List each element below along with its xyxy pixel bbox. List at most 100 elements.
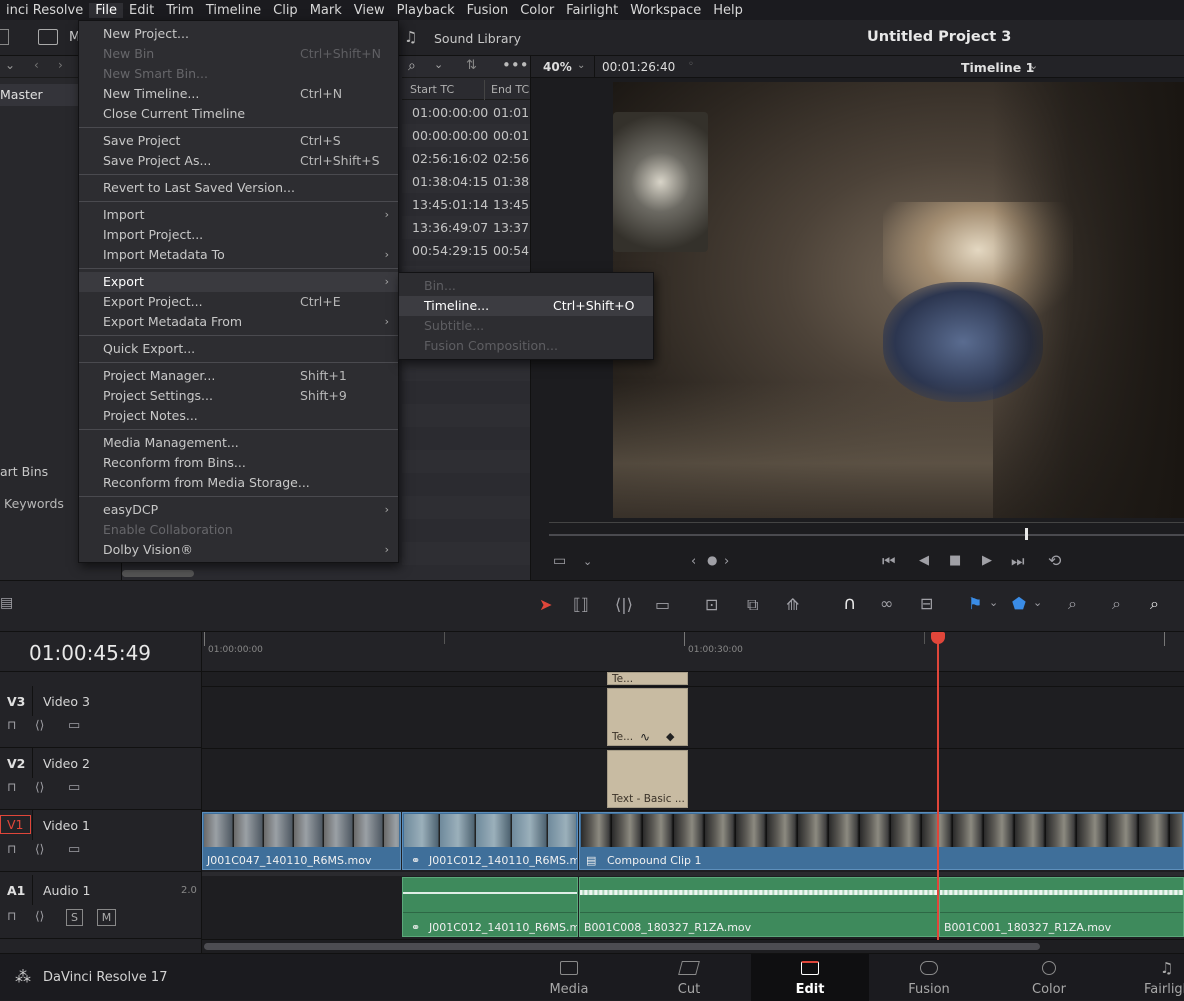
menu-item-new-timeline[interactable]: New Timeline... Ctrl+N bbox=[79, 84, 398, 104]
chevron-down-icon[interactable]: ⌄ bbox=[989, 596, 998, 609]
menu-trim[interactable]: Trim bbox=[160, 3, 200, 18]
menu-view[interactable]: View bbox=[348, 3, 391, 18]
layout-icon[interactable]: ▤ bbox=[0, 595, 13, 611]
text-clip-v4[interactable]: Te... bbox=[607, 672, 688, 685]
column-end-tc[interactable]: End TC bbox=[491, 83, 529, 96]
selection-tool-icon[interactable]: ➤ bbox=[539, 595, 552, 614]
menu-item-export[interactable]: Export › bbox=[79, 272, 398, 292]
scrubber-playhead[interactable] bbox=[1025, 528, 1028, 540]
page-tab-color[interactable]: Color bbox=[990, 954, 1108, 1001]
page-tab-fairlight[interactable]: ♫Fairligh bbox=[1110, 954, 1184, 1001]
sound-library-icon[interactable]: ♫ bbox=[404, 28, 417, 46]
table-row[interactable]: 00:00:00:00 00:01: bbox=[402, 124, 533, 147]
menu-item-export-project[interactable]: Export Project... Ctrl+E bbox=[79, 292, 398, 312]
chevron-down-icon[interactable]: ⌄ bbox=[1033, 596, 1042, 609]
panel-toggle-icon[interactable] bbox=[0, 29, 9, 45]
menu-item-project-notes[interactable]: Project Notes... bbox=[79, 406, 398, 426]
track-header-v2[interactable]: V2 Video 2 ⊓ ⟨⟩ ▭ bbox=[0, 748, 202, 810]
menu-item-project-settings[interactable]: Project Settings... Shift+9 bbox=[79, 386, 398, 406]
keyframe-icon[interactable]: ◆ bbox=[666, 730, 674, 743]
lock-icon[interactable]: ⊓ bbox=[7, 718, 16, 732]
track-visibility-icon[interactable]: ▭ bbox=[68, 842, 80, 857]
next-clip-icon[interactable]: › bbox=[724, 554, 729, 569]
menu-item-reconform-storage[interactable]: Reconform from Media Storage... bbox=[79, 473, 398, 493]
menu-item-project-manager[interactable]: Project Manager... Shift+1 bbox=[79, 366, 398, 386]
current-timecode[interactable]: 01:00:45:49 bbox=[29, 641, 151, 665]
play-icon[interactable]: ▶ bbox=[982, 553, 992, 568]
solo-button[interactable]: S bbox=[66, 909, 83, 926]
menu-workspace[interactable]: Workspace bbox=[624, 3, 707, 18]
menu-fairlight[interactable]: Fairlight bbox=[560, 3, 624, 18]
more-options-icon[interactable]: ••• bbox=[502, 56, 529, 74]
horizontal-scrollbar[interactable] bbox=[122, 570, 194, 577]
table-row[interactable]: 02:56:16:02 02:56: bbox=[402, 147, 533, 170]
menu-help[interactable]: Help bbox=[707, 3, 749, 18]
flag-icon[interactable]: ⚑ bbox=[968, 594, 982, 613]
menu-mark[interactable]: Mark bbox=[304, 3, 348, 18]
menu-app[interactable]: inci Resolve bbox=[0, 3, 89, 18]
video-clip-v1-b[interactable]: ⚭ J001C012_140110_R6MS.m... bbox=[402, 812, 578, 870]
sound-library-button[interactable]: Sound Library bbox=[434, 31, 521, 46]
stop-icon[interactable]: ■ bbox=[949, 553, 961, 568]
table-row[interactable]: 01:38:04:15 01:38: bbox=[402, 170, 533, 193]
page-tab-cut[interactable]: Cut bbox=[630, 954, 748, 1001]
menu-item-save-project[interactable]: Save Project Ctrl+S bbox=[79, 131, 398, 151]
table-row[interactable]: 13:45:01:14 13:45: bbox=[402, 193, 533, 216]
timeline-scrollbar[interactable] bbox=[204, 943, 1040, 950]
menu-item-dolby-vision[interactable]: Dolby Vision® › bbox=[79, 540, 398, 560]
lock-icon[interactable]: ⊓ bbox=[7, 780, 16, 794]
menu-item-revert[interactable]: Revert to Last Saved Version... bbox=[79, 178, 398, 198]
back-icon[interactable]: ‹ bbox=[34, 58, 39, 72]
chevron-down-icon[interactable]: ⌄ bbox=[577, 60, 585, 71]
menu-item-close-timeline[interactable]: Close Current Timeline bbox=[79, 104, 398, 124]
auto-select-icon[interactable]: ⟨⟩ bbox=[35, 780, 44, 794]
scrubber-track[interactable] bbox=[549, 534, 1184, 536]
go-to-end-icon[interactable]: ⏭ bbox=[1011, 552, 1025, 570]
track-header-v3[interactable]: V3 Video 3 ⊓ ⟨⟩ ▭ bbox=[0, 686, 202, 748]
video-clip-v1-a[interactable]: J001C047_140110_R6MS.mov bbox=[202, 812, 401, 870]
replace-clip-icon[interactable]: ⟰ bbox=[786, 595, 799, 614]
menu-item-import[interactable]: Import › bbox=[79, 205, 398, 225]
media-pool-icon[interactable] bbox=[38, 29, 58, 45]
menu-file[interactable]: File bbox=[89, 2, 123, 18]
menu-item-media-management[interactable]: Media Management... bbox=[79, 433, 398, 453]
video-frame[interactable] bbox=[613, 82, 1184, 518]
menu-item-reconform-bins[interactable]: Reconform from Bins... bbox=[79, 453, 398, 473]
page-tab-edit[interactable]: Edit bbox=[751, 954, 869, 1001]
menu-item-quick-export[interactable]: Quick Export... bbox=[79, 339, 398, 359]
keywords-bin[interactable]: Keywords bbox=[4, 496, 64, 511]
blade-tool-icon[interactable]: ▭ bbox=[655, 595, 670, 614]
chevron-down-icon[interactable]: ⌄ bbox=[583, 555, 592, 568]
reverse-icon[interactable]: ◀ bbox=[919, 553, 929, 568]
menu-item-new-project[interactable]: New Project... bbox=[79, 24, 398, 44]
menu-item-import-project[interactable]: Import Project... bbox=[79, 225, 398, 245]
track-visibility-icon[interactable]: ▭ bbox=[68, 780, 80, 795]
audio-clip-a1-a[interactable]: ⚭ J001C012_140110_R6MS.m... bbox=[402, 877, 578, 937]
lock-icon[interactable]: ⊟ bbox=[920, 594, 933, 613]
page-tab-fusion[interactable]: Fusion bbox=[870, 954, 988, 1001]
chevron-down-icon[interactable]: ⌄ bbox=[1029, 59, 1038, 72]
crop-icon[interactable]: ▭ bbox=[553, 553, 566, 569]
audio-clip-a1-c[interactable]: B001C001_180327_R1ZA.mov bbox=[939, 877, 1184, 937]
sort-icon[interactable]: ⇅ bbox=[466, 58, 477, 73]
playhead-line[interactable] bbox=[937, 632, 939, 940]
marker-icon[interactable]: ⬟ bbox=[1012, 594, 1026, 613]
menu-item-import-metadata[interactable]: Import Metadata To › bbox=[79, 245, 398, 265]
text-clip-v2[interactable]: Text - Basic ... bbox=[607, 750, 688, 808]
forward-icon[interactable]: › bbox=[58, 58, 63, 72]
zoom-custom-icon[interactable]: ⌕ bbox=[1150, 594, 1159, 614]
insert-clip-icon[interactable]: ⊡ bbox=[705, 595, 718, 614]
auto-select-icon[interactable]: ⟨⟩ bbox=[35, 842, 44, 856]
track-header-v1[interactable]: V1 Video 1 ⊓ ⟨⟩ ▭ bbox=[0, 810, 202, 872]
track-header-a1[interactable]: A1 Audio 1 2.0 ⊓ ⟨⟩ S M bbox=[0, 875, 202, 939]
text-clip-v3[interactable]: Te... ∿ ◆ bbox=[607, 688, 688, 746]
chevron-down-icon[interactable]: ⌄ bbox=[434, 58, 443, 71]
prev-clip-icon[interactable]: ‹ bbox=[691, 554, 696, 569]
timeline-ruler[interactable]: 01:00:00:00 01:00:30:00 bbox=[202, 632, 1184, 672]
track-visibility-icon[interactable]: ▭ bbox=[68, 718, 80, 733]
lock-icon[interactable]: ⊓ bbox=[7, 909, 16, 923]
mute-button[interactable]: M bbox=[97, 909, 116, 926]
auto-select-icon[interactable]: ⟨⟩ bbox=[35, 718, 44, 732]
zoom-full-icon[interactable]: ⌕ bbox=[1068, 594, 1077, 614]
menu-playback[interactable]: Playback bbox=[391, 3, 461, 18]
